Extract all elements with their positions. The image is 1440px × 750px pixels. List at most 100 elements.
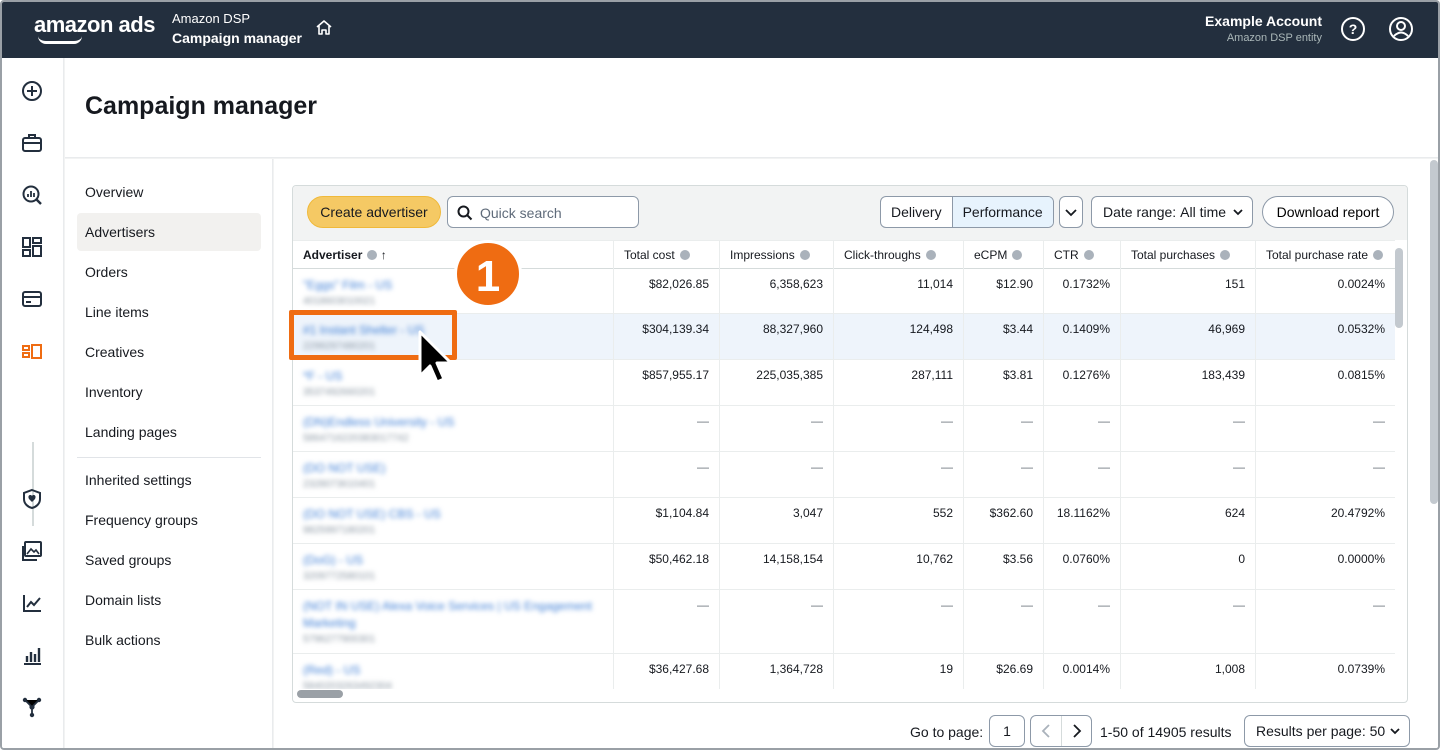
table-vertical-scrollbar[interactable]: [1395, 242, 1403, 682]
table-row[interactable]: (DO NOT USE) CBS - US 9825997180201 $1,104…: [293, 498, 1395, 544]
date-range-select[interactable]: Date range: All time: [1091, 196, 1253, 228]
col-total-cost[interactable]: Total cost: [613, 241, 719, 269]
advertiser-cell: (DN)Endless University - US 5864716220383…: [293, 406, 613, 451]
images-icon[interactable]: [21, 540, 43, 562]
advertiser-link[interactable]: (NOT IN USE) Alexa Voice Services | US E…: [303, 598, 593, 632]
info-icon[interactable]: [1083, 250, 1094, 260]
cell-purchases: —: [1120, 406, 1255, 451]
advertiser-link[interactable]: (DoG) - US: [303, 552, 593, 569]
advertiser-id: 5864716220383017742: [303, 433, 409, 444]
line-chart-icon[interactable]: [21, 592, 43, 614]
nav-advertisers[interactable]: Advertisers: [77, 213, 261, 251]
cell-purchases: 1,008: [1120, 654, 1255, 689]
nav-inventory[interactable]: Inventory: [77, 373, 261, 411]
chevron-left-icon: [1041, 724, 1050, 738]
next-page-button[interactable]: [1062, 716, 1092, 746]
info-icon[interactable]: [799, 250, 810, 260]
nav-bulk-actions[interactable]: Bulk actions: [77, 621, 261, 659]
cell-cost: —: [613, 452, 719, 497]
cell-purchases: —: [1120, 590, 1255, 653]
cell-purchases: 183,439: [1120, 360, 1255, 405]
info-icon[interactable]: [925, 250, 936, 260]
delivery-tab[interactable]: Delivery: [881, 197, 952, 227]
cell-ctr: 0.0014%: [1043, 654, 1120, 689]
create-advertiser-button[interactable]: Create advertiser: [307, 196, 441, 228]
page-number-input[interactable]: 1: [989, 715, 1025, 747]
info-icon[interactable]: [1373, 250, 1384, 260]
quick-search[interactable]: [447, 196, 639, 228]
nav-domain-lists[interactable]: Domain lists: [77, 581, 261, 619]
nav-landing-pages[interactable]: Landing pages: [77, 413, 261, 451]
add-circle-icon[interactable]: [21, 80, 43, 102]
advertiser-link[interactable]: (DO NOT USE): [303, 460, 593, 477]
performance-tab[interactable]: Performance: [951, 197, 1053, 227]
nav-overview[interactable]: Overview: [77, 173, 261, 211]
home-icon[interactable]: [314, 18, 334, 38]
quick-search-input[interactable]: [480, 203, 630, 223]
table-row[interactable]: (Red) - US 5840203263492304 $36,427.68 1,36…: [293, 654, 1395, 689]
cell-ecpm: $3.81: [963, 360, 1043, 405]
cell-rate: 0.0815%: [1255, 360, 1395, 405]
nav-saved-groups[interactable]: Saved groups: [77, 541, 261, 579]
col-total-purchase-rate[interactable]: Total purchase rate: [1255, 241, 1395, 269]
page-scrollbar[interactable]: [1430, 160, 1438, 504]
info-icon[interactable]: [679, 250, 690, 260]
table-row[interactable]: (DO NOT USE) 2328073610401— — — — — — —: [293, 452, 1395, 498]
help-icon[interactable]: ?: [1340, 16, 1366, 42]
nav-creatives[interactable]: Creatives: [77, 333, 261, 371]
scrollbar-thumb[interactable]: [297, 690, 343, 698]
advertiser-link[interactable]: "Eggs" Film - US: [303, 277, 593, 294]
col-total-purchases[interactable]: Total purchases: [1120, 241, 1255, 269]
view-options-dropdown[interactable]: [1059, 196, 1083, 228]
cell-cost: $857,955.17: [613, 360, 719, 405]
dashboard-icon[interactable]: [21, 236, 43, 258]
amazon-ads-logo[interactable]: amazon ads: [34, 12, 155, 38]
table-row[interactable]: (DoG) - US 3209772580101 $50,462.18 14,158,…: [293, 544, 1395, 590]
col-advertiser[interactable]: Advertiser ↑: [293, 241, 613, 269]
info-icon[interactable]: [1012, 250, 1023, 260]
cell-ctr: 0.1276%: [1043, 360, 1120, 405]
table-horizontal-scrollbar[interactable]: [297, 690, 1387, 698]
info-icon[interactable]: [1220, 250, 1231, 260]
briefcase-icon[interactable]: [21, 132, 43, 154]
results-per-page-select[interactable]: Results per page: 50: [1244, 715, 1410, 747]
nav-inherited-settings[interactable]: Inherited settings: [77, 461, 261, 499]
main-content: Create advertiser Delivery Performance D…: [274, 159, 1438, 748]
sort-ascending-icon[interactable]: ↑: [381, 248, 387, 262]
info-icon[interactable]: [367, 250, 378, 260]
network-icon[interactable]: [21, 696, 43, 718]
cell-clicks: 19: [833, 654, 963, 689]
col-click-throughs[interactable]: Click-throughs: [833, 241, 963, 269]
cell-clicks: —: [833, 406, 963, 451]
bar-chart-icon[interactable]: [21, 644, 43, 666]
left-rail: [2, 58, 64, 748]
table-row[interactable]: *F - US 3537492660201 $857,955.17 225,035,3…: [293, 360, 1395, 406]
user-icon[interactable]: [1388, 16, 1414, 42]
cell-ctr: —: [1043, 406, 1120, 451]
col-impressions[interactable]: Impressions: [719, 241, 833, 269]
col-ecpm[interactable]: eCPM: [963, 241, 1043, 269]
search-analytics-icon[interactable]: [21, 184, 43, 206]
nav-line-items[interactable]: Line items: [77, 293, 261, 331]
scrollbar-thumb[interactable]: [1395, 248, 1403, 328]
col-ctr[interactable]: CTR: [1043, 241, 1120, 269]
cell-clicks: —: [833, 590, 963, 653]
cell-cost: $1,104.84: [613, 498, 719, 543]
account-switcher[interactable]: Example Account Amazon DSP entity: [1205, 13, 1322, 44]
advertiser-link[interactable]: (DO NOT USE) CBS - US: [303, 506, 593, 523]
table-row[interactable]: (DN)Endless University - US 5864716220383…: [293, 406, 1395, 452]
nav-orders[interactable]: Orders: [77, 253, 261, 291]
advertiser-cell: (DO NOT USE) CBS - US 9825997180201: [293, 498, 613, 543]
card-icon[interactable]: [21, 288, 43, 310]
advertiser-link[interactable]: (DN)Endless University - US: [303, 414, 593, 431]
shield-icon[interactable]: [21, 488, 43, 510]
nav-frequency-groups[interactable]: Frequency groups: [77, 501, 261, 539]
advertiser-link[interactable]: (Red) - US: [303, 662, 593, 679]
previous-page-button[interactable]: [1031, 716, 1062, 746]
download-report-button[interactable]: Download report: [1262, 196, 1394, 228]
cell-rate: —: [1255, 452, 1395, 497]
cell-ecpm: $362.60: [963, 498, 1043, 543]
table-row[interactable]: (NOT IN USE) Alexa Voice Services | US E…: [293, 590, 1395, 654]
table-row[interactable]: #1 Instant Shelter - US 2299297480201 $304…: [293, 314, 1395, 360]
campaign-manager-icon[interactable]: [21, 340, 43, 362]
